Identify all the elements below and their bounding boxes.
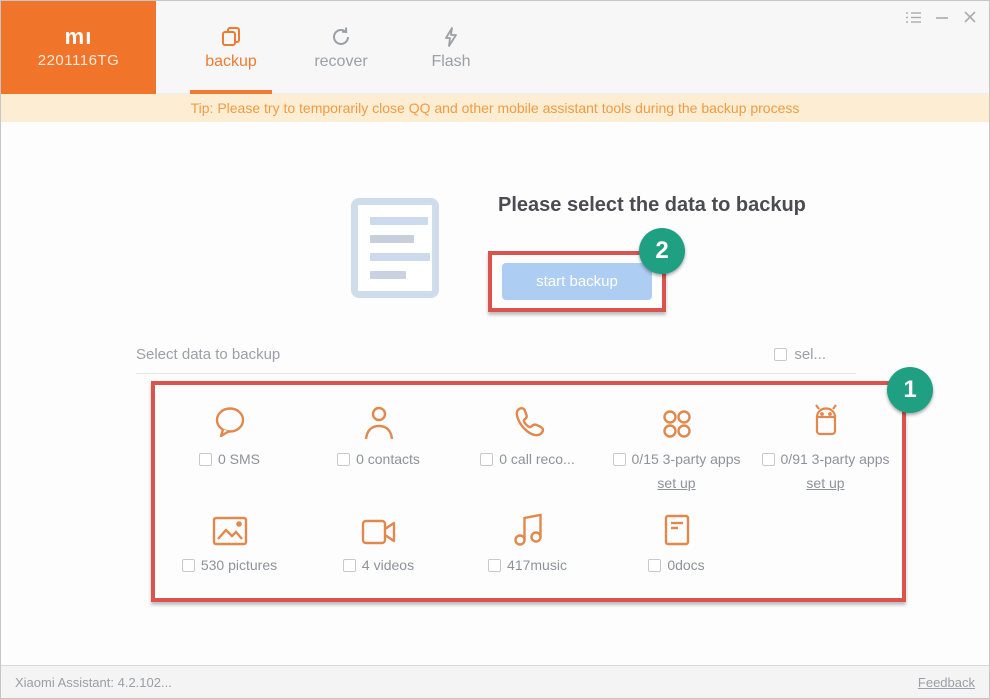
menu-list-icon[interactable] (905, 9, 923, 25)
document-illustration-icon (351, 198, 439, 298)
call-records-label: 0 call reco... (499, 451, 575, 467)
status-bar: Xiaomi Assistant: 4.2.102... Feedback (1, 665, 989, 698)
app-version-text: Xiaomi Assistant: 4.2.102... (15, 674, 172, 690)
backup-item-sms: 0 SMS (155, 403, 304, 491)
page-title: Please select the data to backup (498, 194, 806, 216)
backup-item-contacts: 0 contacts (304, 403, 453, 491)
annotation-box-step2: start backup 2 (488, 228, 685, 312)
3party-apps-checkbox[interactable] (612, 452, 626, 466)
tab-flash[interactable]: Flash (396, 1, 506, 94)
backup-item-call-records: 0 call reco... (453, 403, 602, 491)
docs-checkbox[interactable] (648, 558, 662, 572)
tab-recover-label: recover (314, 52, 368, 70)
3party-apps-setup-link[interactable]: set up (657, 475, 695, 491)
pictures-checkbox[interactable] (181, 558, 195, 572)
backup-item-docs: 0docs (602, 509, 751, 573)
tab-backup[interactable]: backup (176, 1, 286, 94)
docs-label: 0docs (667, 557, 705, 573)
videos-checkbox[interactable] (342, 558, 356, 572)
annotation-box-step1: 1 0 SMS 0 contacts 0 call reco... 0/15 3… (151, 367, 933, 602)
android-apps-checkbox[interactable] (761, 452, 775, 466)
call-records-checkbox[interactable] (480, 452, 494, 466)
third-party-apps-icon (660, 403, 694, 441)
device-model: 2201116TG (37, 52, 120, 69)
docs-icon (661, 509, 693, 547)
android-apps-icon (809, 403, 843, 441)
android-apps-label: 0/91 3-party apps (780, 451, 890, 467)
backup-copy-icon (220, 25, 242, 49)
recover-refresh-icon (330, 25, 352, 49)
videos-icon (360, 509, 398, 547)
sms-label: 0 SMS (217, 451, 260, 467)
videos-label: 4 videos (361, 557, 415, 573)
flash-lightning-icon (441, 25, 461, 49)
backup-item-pictures: 530 pictures (155, 509, 304, 573)
device-block: mı 2201116TG (1, 1, 156, 94)
backup-items-grid: 0 SMS 0 contacts 0 call reco... 0/15 3-p… (155, 403, 902, 573)
backup-item-videos: 4 videos (304, 509, 453, 573)
start-backup-button[interactable]: start backup (502, 263, 652, 300)
contacts-icon (362, 403, 396, 441)
window-controls (905, 9, 979, 25)
backup-item-3party-apps: 0/15 3-party apps set up (602, 403, 751, 491)
main-content: Please select the data to backup start b… (1, 122, 989, 667)
contacts-label: 0 contacts (356, 451, 420, 467)
tip-bar: Tip: Please try to temporarily close QQ … (1, 94, 989, 122)
backup-item-android-apps: 0/91 3-party apps set up (751, 403, 900, 491)
step-1-badge: 1 (887, 367, 933, 413)
pictures-icon (211, 509, 249, 547)
music-icon (512, 509, 544, 547)
select-all-checkbox[interactable] (774, 348, 788, 361)
header-bar: mı 2201116TG backup recover Flash (1, 1, 989, 94)
minimize-icon[interactable] (933, 9, 951, 25)
tip-text: Tip: Please try to temporarily close QQ … (190, 100, 800, 116)
xiaomi-assistant-window: mı 2201116TG backup recover Flash Tip: P… (0, 0, 990, 699)
music-checkbox[interactable] (488, 558, 502, 572)
section-divider (136, 373, 856, 374)
select-all-checkbox-row[interactable]: sel... (774, 346, 826, 363)
sms-checkbox[interactable] (198, 452, 212, 466)
mi-logo: mı (64, 24, 93, 49)
music-label: 417music (507, 557, 567, 573)
android-apps-setup-link[interactable]: set up (806, 475, 844, 491)
sms-icon (211, 403, 249, 441)
contacts-checkbox[interactable] (337, 452, 351, 466)
select-data-label: Select data to backup (136, 346, 281, 363)
close-icon[interactable] (961, 9, 979, 25)
select-all-label: sel... (794, 346, 826, 363)
tab-recover[interactable]: recover (286, 1, 396, 94)
pictures-label: 530 pictures (200, 557, 278, 573)
3party-apps-label: 0/15 3-party apps (631, 451, 741, 467)
call-records-icon (510, 403, 546, 441)
backup-item-music: 417music (453, 509, 602, 573)
tab-bar: backup recover Flash (156, 1, 506, 94)
feedback-link[interactable]: Feedback (918, 675, 975, 690)
tab-flash-label: Flash (431, 52, 471, 70)
select-data-row: Select data to backup sel... (1, 344, 989, 368)
tab-backup-label: backup (205, 52, 257, 70)
step-2-badge: 2 (639, 228, 685, 274)
